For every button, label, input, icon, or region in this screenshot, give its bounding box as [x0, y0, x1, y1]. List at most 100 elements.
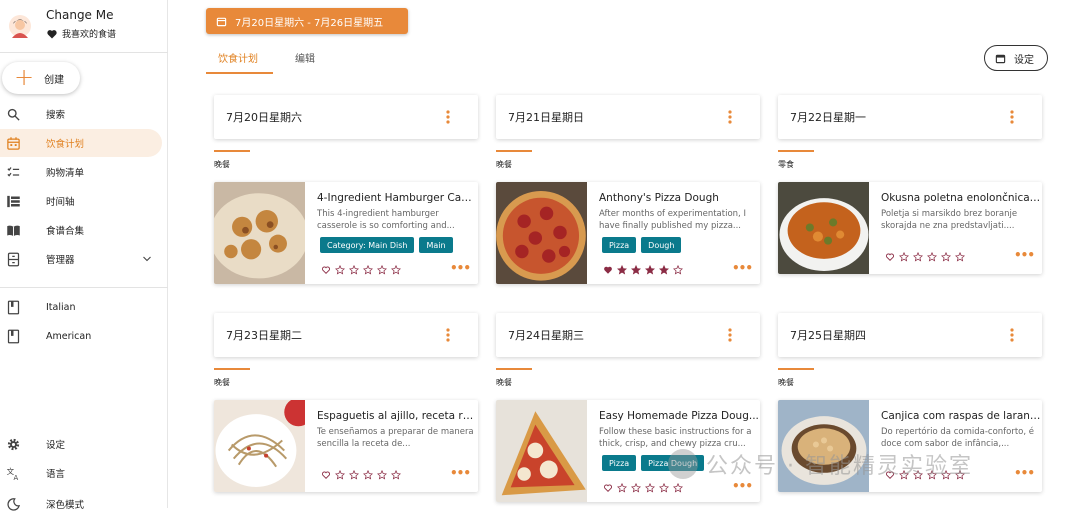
more-vert-icon[interactable]: [728, 328, 732, 342]
favorite-heart-icon[interactable]: [321, 470, 331, 480]
sidebar-item-label: Italian: [46, 301, 76, 313]
star-outline-icon[interactable]: [363, 265, 373, 275]
tab-edit[interactable]: 编辑: [295, 50, 315, 65]
organizer-icon: [7, 252, 20, 267]
day-card: 7月23日星期二: [214, 313, 478, 357]
recipe-card[interactable]: 4-Ingredient Hamburger Cass... This 4-in…: [214, 182, 478, 284]
sidebar-item-italian[interactable]: Italian: [0, 293, 162, 321]
star-outline-icon[interactable]: [349, 265, 359, 275]
recipe-title[interactable]: 4-Ingredient Hamburger Cass...: [317, 192, 477, 204]
star-outline-icon[interactable]: [377, 470, 387, 480]
more-horiz-icon[interactable]: •••: [732, 479, 753, 493]
tab-meal-plan[interactable]: 饮食计划: [218, 50, 258, 65]
star-outline-icon[interactable]: [659, 483, 669, 493]
meal-type-label: 晚餐: [214, 160, 230, 169]
sidebar-item-organizer[interactable]: 管理器: [0, 245, 162, 273]
star-outline-icon[interactable]: [955, 252, 965, 262]
star-outline-icon[interactable]: [391, 265, 401, 275]
more-vert-icon[interactable]: [446, 328, 450, 342]
sidebar-item-search[interactable]: 搜索: [0, 100, 162, 128]
sidebar-item-label: 深色模式: [46, 500, 85, 511]
more-horiz-icon[interactable]: •••: [450, 261, 471, 275]
star-outline-icon[interactable]: [335, 265, 345, 275]
chevron-down-icon[interactable]: [141, 253, 153, 265]
recipe-card[interactable]: Espaguetis al ajillo, receta ráp... Te e…: [214, 400, 478, 492]
recipe-image[interactable]: [214, 182, 311, 284]
star-outline-icon[interactable]: [941, 252, 951, 262]
sidebar-item-dark-mode[interactable]: 深色模式: [0, 490, 162, 518]
star-outline-icon[interactable]: [899, 252, 909, 262]
recipe-card[interactable]: Okusna poletna enolončnica, ... Poletja …: [778, 182, 1042, 274]
more-vert-icon[interactable]: [728, 110, 732, 124]
sidebar-item-american[interactable]: American: [0, 322, 162, 350]
star-filled-icon[interactable]: [631, 265, 641, 275]
day-title: 7月23日星期二: [226, 329, 302, 342]
more-horiz-icon[interactable]: •••: [732, 261, 753, 275]
recipe-tag[interactable]: Main: [419, 237, 453, 253]
settings-label: 设定: [1014, 54, 1034, 66]
recipe-image[interactable]: [778, 182, 870, 274]
rating-row: [885, 252, 965, 262]
favorite-heart-icon[interactable]: [321, 265, 331, 275]
recipe-image[interactable]: [496, 182, 593, 284]
sidebar-item-meal-plan[interactable]: 饮食计划: [0, 129, 162, 157]
star-outline-icon[interactable]: [391, 470, 401, 480]
recipe-tag[interactable]: Pizza: [602, 455, 637, 471]
recipe-tag[interactable]: Category: Main Dish: [320, 237, 415, 253]
more-horiz-icon[interactable]: •••: [450, 466, 471, 480]
sidebar-item-label: 食谱合集: [46, 226, 85, 237]
user-panel[interactable]: Change Me 我喜欢的食谱: [0, 0, 168, 52]
day-title: 7月24日星期三: [508, 329, 584, 342]
recipe-tag[interactable]: Dough: [641, 237, 682, 253]
more-horiz-icon[interactable]: •••: [1014, 248, 1035, 262]
star-filled-icon[interactable]: [659, 265, 669, 275]
date-range-button[interactable]: 7月20日星期六 - 7月26日星期五: [206, 8, 408, 34]
more-vert-icon[interactable]: [1010, 328, 1014, 342]
recipe-title[interactable]: Easy Homemade Pizza Doug...: [599, 410, 759, 422]
star-outline-icon[interactable]: [927, 252, 937, 262]
star-outline-icon[interactable]: [673, 265, 683, 275]
sidebar-item-cookbooks[interactable]: 食谱合集: [0, 216, 162, 244]
star-outline-icon[interactable]: [349, 470, 359, 480]
meal-type-label: 晚餐: [496, 160, 512, 169]
favorites-link[interactable]: 我喜欢的食谱: [46, 27, 116, 40]
more-vert-icon[interactable]: [1010, 110, 1014, 124]
favorite-heart-icon[interactable]: [885, 252, 895, 262]
star-outline-icon[interactable]: [363, 470, 373, 480]
more-horiz-icon[interactable]: •••: [1014, 466, 1035, 480]
star-filled-icon[interactable]: [645, 265, 655, 275]
recipe-description: Te enseñamos a preparar de manera sencil…: [317, 427, 474, 449]
create-button[interactable]: + 创建: [2, 62, 80, 94]
favorite-heart-icon[interactable]: [603, 265, 613, 275]
recipe-title[interactable]: Okusna poletna enolončnica, ...: [881, 192, 1041, 204]
recipe-title[interactable]: Canjica com raspas de laranj...: [881, 410, 1041, 422]
watermark: 公众号 · 智能精灵实验室: [668, 448, 973, 480]
settings-button[interactable]: 设定: [984, 45, 1048, 71]
sidebar-item-settings[interactable]: 设定: [0, 430, 162, 458]
star-outline-icon[interactable]: [617, 483, 627, 493]
favorites-label: 我喜欢的食谱: [62, 30, 117, 40]
meal-type-divider: [214, 368, 250, 370]
star-outline-icon[interactable]: [673, 483, 683, 493]
star-outline-icon[interactable]: [913, 252, 923, 262]
star-outline-icon[interactable]: [335, 470, 345, 480]
recipe-image[interactable]: [496, 400, 593, 502]
recipe-title[interactable]: Anthony's Pizza Dough: [599, 192, 759, 204]
recipe-tag[interactable]: Pizza: [602, 237, 637, 253]
more-vert-icon[interactable]: [446, 110, 450, 124]
star-outline-icon[interactable]: [631, 483, 641, 493]
day-title: 7月21日星期日: [508, 111, 584, 124]
recipe-image[interactable]: [214, 400, 313, 492]
sidebar-item-timeline[interactable]: 时间轴: [0, 187, 162, 215]
star-outline-icon[interactable]: [645, 483, 655, 493]
sidebar-item-language[interactable]: 文A 语言: [0, 459, 162, 487]
recipe-card[interactable]: Anthony's Pizza Dough After months of ex…: [496, 182, 760, 284]
star-filled-icon[interactable]: [617, 265, 627, 275]
star-outline-icon[interactable]: [377, 265, 387, 275]
favorite-heart-icon[interactable]: [603, 483, 613, 493]
calendar-icon: [216, 17, 227, 26]
sidebar-item-shopping-list[interactable]: 购物清单: [0, 158, 162, 186]
recipe-title[interactable]: Espaguetis al ajillo, receta ráp...: [317, 410, 477, 422]
calendar-icon: [7, 137, 20, 150]
gear-icon: [7, 438, 20, 451]
